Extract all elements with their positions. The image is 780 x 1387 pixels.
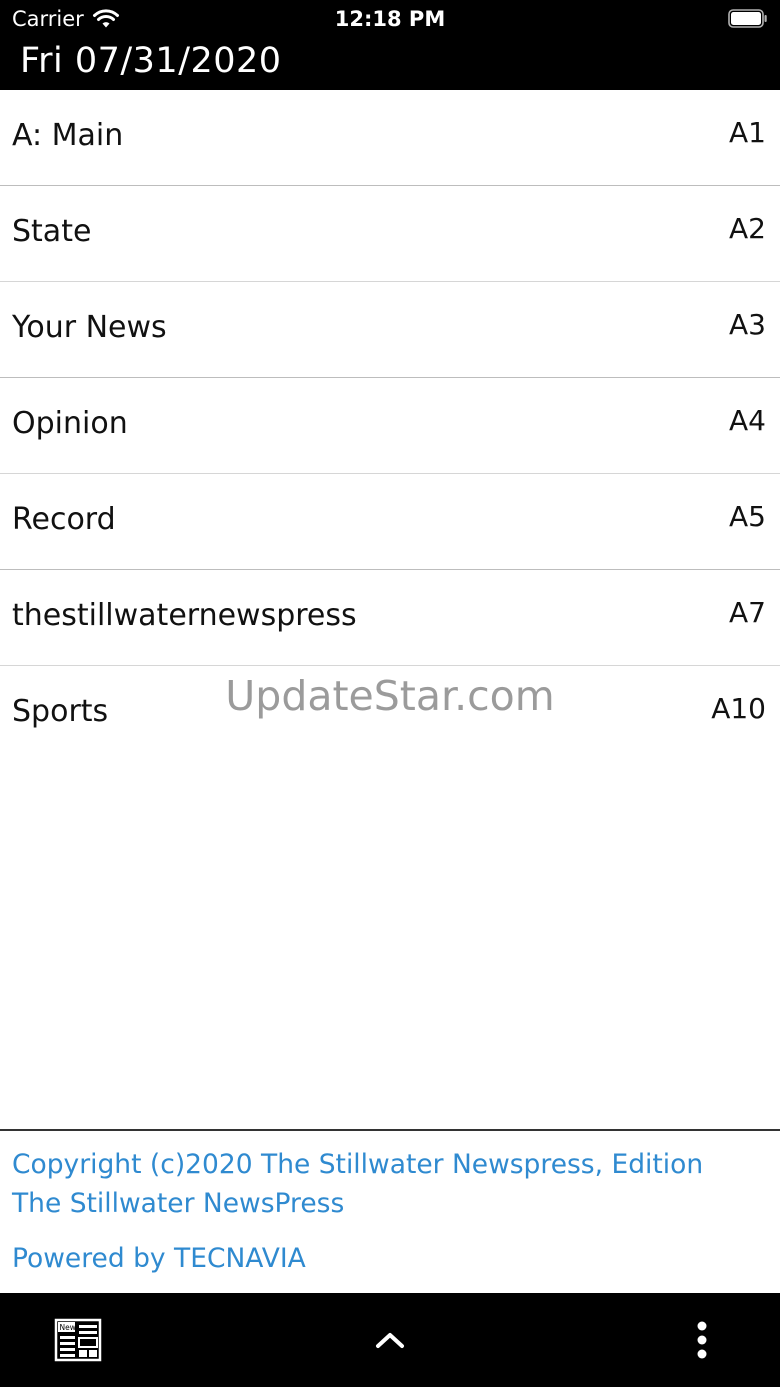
more-options-button[interactable] bbox=[670, 1293, 734, 1387]
scroll-up-button[interactable] bbox=[350, 1293, 430, 1387]
bottom-toolbar: News bbox=[0, 1293, 780, 1387]
section-row[interactable]: Record A5 bbox=[0, 474, 780, 570]
section-name: Your News bbox=[12, 310, 167, 345]
powered-by-link[interactable]: Powered by TECNAVIA bbox=[12, 1243, 306, 1274]
newspaper-icon: News bbox=[54, 1318, 102, 1362]
section-name: A: Main bbox=[12, 118, 124, 153]
section-row[interactable]: thestillwaternewspress A7 bbox=[0, 570, 780, 666]
section-list: A: Main A1 State A2 Your News A3 Opinion… bbox=[0, 90, 780, 761]
chevron-up-icon bbox=[376, 1333, 404, 1348]
watermark: UpdateStar.com bbox=[225, 672, 555, 720]
svg-text:News: News bbox=[60, 1323, 80, 1332]
copyright-link[interactable]: Copyright (c)2020 The Stillwater Newspre… bbox=[12, 1145, 752, 1223]
section-page: A1 bbox=[729, 116, 766, 149]
newspaper-button[interactable]: News bbox=[40, 1293, 116, 1387]
battery-icon bbox=[728, 9, 767, 28]
section-row[interactable]: Opinion A4 bbox=[0, 378, 780, 474]
section-name: Record bbox=[12, 502, 116, 537]
section-page: A4 bbox=[729, 404, 766, 437]
edition-date: Fri 07/31/2020 bbox=[20, 41, 282, 81]
section-page: A7 bbox=[729, 596, 766, 629]
section-name: Opinion bbox=[12, 406, 128, 441]
section-name: thestillwaternewspress bbox=[12, 598, 357, 633]
footer: Copyright (c)2020 The Stillwater Newspre… bbox=[0, 1129, 780, 1294]
top-bar: Carrier 12:18 PM Fri 07/31/2020 bbox=[0, 0, 780, 90]
section-page: A3 bbox=[729, 308, 766, 341]
section-page: A2 bbox=[729, 212, 766, 245]
more-vertical-icon bbox=[697, 1321, 707, 1359]
section-page: A5 bbox=[729, 500, 766, 533]
status-time: 12:18 PM bbox=[334, 7, 446, 31]
section-row[interactable]: Your News A3 bbox=[0, 282, 780, 378]
section-row[interactable]: A: Main A1 bbox=[0, 90, 780, 186]
section-row[interactable]: State A2 bbox=[0, 186, 780, 282]
section-name: State bbox=[12, 214, 92, 249]
